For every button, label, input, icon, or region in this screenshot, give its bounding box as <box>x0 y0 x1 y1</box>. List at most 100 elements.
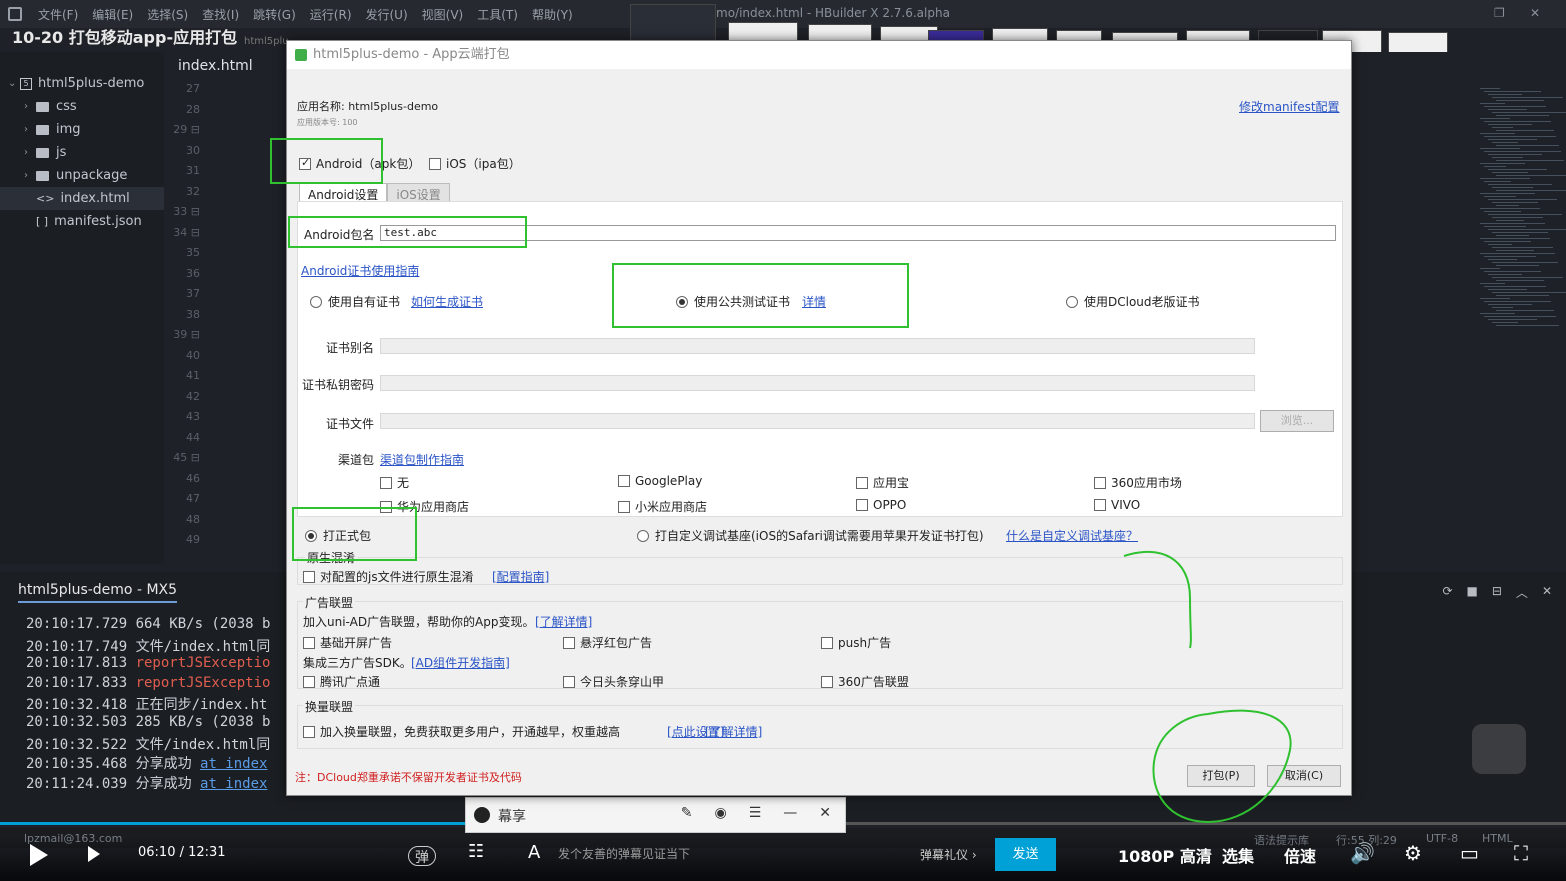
obfuscation-checkbox[interactable]: 对配置的js文件进行原生混淆 <box>303 568 474 585</box>
channel-xiaomi-checkbox[interactable]: 小米应用商店 <box>618 498 707 515</box>
danmu-etiquette-link[interactable]: 弹幕礼仪 › <box>920 846 977 863</box>
menu-find[interactable]: 查找(I) <box>202 6 239 23</box>
menu-tools[interactable]: 工具(T) <box>477 6 518 23</box>
tree-file-manifest[interactable]: [ ] manifest.json <box>0 210 164 233</box>
custom-base-help-link[interactable]: 什么是自定义调试基座？ <box>1006 527 1138 544</box>
close-icon[interactable]: ✕ <box>1542 584 1552 601</box>
browse-button[interactable]: 浏览... <box>1260 410 1334 432</box>
android-settings-panel: Android包名 test.abc Android证书使用指南 使用自有证书 … <box>297 201 1343 517</box>
ad-toutiao-checkbox[interactable]: 今日头条穿山甲 <box>563 673 664 690</box>
channel-label-text: 无 <box>397 476 410 490</box>
cert-guide-link[interactable]: Android证书使用指南 <box>301 262 419 279</box>
exchange-details-link[interactable]: [了解详情] <box>705 723 762 740</box>
editor-tab-index[interactable]: index.html <box>164 52 286 80</box>
cert-alias-input[interactable] <box>380 338 1255 354</box>
ad-sdk-guide-link[interactable]: [AD组件开发指南] <box>411 654 510 671</box>
speed-button[interactable]: 倍速 <box>1284 843 1316 867</box>
menu-icon[interactable]: ☰ <box>749 805 762 821</box>
exchange-checkbox[interactable]: 加入换量联盟，免费获取更多用户，开通越早，权重越高 <box>303 723 620 740</box>
console-link[interactable]: at index <box>200 776 267 792</box>
ad-360-checkbox[interactable]: 360广告联盟 <box>821 673 909 690</box>
minimap-line <box>1484 106 1546 107</box>
channel-360-checkbox[interactable]: 360应用市场 <box>1094 474 1182 491</box>
code-editor[interactable]: index.html 27 28 29 ⊟ 30 31 32 33 ⊟ 34 ⊟ 35 36 37 3… <box>164 52 286 564</box>
mini-player-icon[interactable] <box>1472 724 1526 774</box>
ad-push-checkbox[interactable]: push广告 <box>821 634 891 651</box>
ad-details-link[interactable]: [了解详情] <box>535 613 592 630</box>
stop-icon[interactable]: ■ <box>1467 584 1478 601</box>
tree-folder-js[interactable]: › js <box>0 141 164 164</box>
radio-dcloud-cert[interactable]: 使用DCloud老版证书 <box>1066 293 1200 310</box>
font-style-icon[interactable]: A <box>528 842 540 863</box>
episodes-button[interactable]: 选集 <box>1222 843 1254 867</box>
menu-run[interactable]: 运行(R) <box>310 6 352 23</box>
ad-tencent-checkbox[interactable]: 腾讯广点通 <box>303 673 380 690</box>
settings-gear-icon[interactable]: ⚙ <box>1404 841 1422 865</box>
console-line: 20:10:17.729 664 KB/s (2038 b <box>26 616 270 636</box>
menu-select[interactable]: 选择(S) <box>147 6 188 23</box>
danmu-toggle-icon[interactable]: 弹 <box>408 846 436 866</box>
obfuscation-guide-link[interactable]: [配置指南] <box>492 568 549 585</box>
minimize-icon[interactable]: — <box>783 805 797 821</box>
modify-manifest-link[interactable]: 修改manifest配置 <box>1239 98 1340 115</box>
project-root[interactable]: ⌄ 5 html5plus-demo <box>0 72 164 95</box>
channel-guide-link[interactable]: 渠道包制作指南 <box>380 451 464 468</box>
channel-oppo-checkbox[interactable]: OPPO <box>856 498 906 512</box>
checkbox-unchecked <box>618 501 630 513</box>
console-time: 20:10:17.749 <box>26 638 136 655</box>
ad-redpacket-checkbox[interactable]: 悬浮红包广告 <box>563 634 652 651</box>
brush-icon[interactable]: ✎ <box>681 805 693 821</box>
radio-custom-base[interactable]: 打自定义调试基座(iOS的Safari调试需要用苹果开发证书打包) <box>637 527 984 544</box>
radio-own-cert[interactable]: 使用自有证书 <box>310 293 400 310</box>
record-icon[interactable]: ◉ <box>714 805 726 821</box>
menu-publish[interactable]: 发行(U) <box>366 6 408 23</box>
line-number: 35 <box>186 246 200 259</box>
channel-none-checkbox[interactable]: 无 <box>380 474 409 491</box>
channel-yingyongbao-checkbox[interactable]: 应用宝 <box>856 474 909 491</box>
how-generate-cert-link[interactable]: 如何生成证书 <box>411 293 483 310</box>
tree-file-index[interactable]: <> index.html <box>0 187 164 210</box>
clear-icon[interactable]: ⊟ <box>1492 584 1502 601</box>
tree-item-label: js <box>56 145 67 160</box>
console-link[interactable]: at index <box>200 756 267 772</box>
ios-checkbox[interactable]: iOS（ipa包） <box>429 155 521 172</box>
menu-goto[interactable]: 跳转(G) <box>253 6 296 23</box>
chevron-up-icon[interactable]: ︿ <box>1516 584 1528 601</box>
editor-tab-hidden[interactable]: html5plu <box>244 36 289 47</box>
radio-dcloud-cert-label: 使用DCloud老版证书 <box>1084 295 1200 309</box>
tree-item-label: img <box>56 122 81 137</box>
ad-splash-checkbox[interactable]: 基础开屏广告 <box>303 634 392 651</box>
cert-key-input[interactable] <box>380 375 1255 391</box>
fullscreen-icon[interactable]: ⛶ <box>1514 841 1528 865</box>
line-number: 43 <box>186 410 200 423</box>
menu-file[interactable]: 文件(F) <box>38 6 78 23</box>
send-button[interactable]: 发送 <box>995 838 1056 871</box>
close-icon[interactable]: ✕ <box>819 805 831 821</box>
danmu-settings-icon[interactable]: ☷ <box>468 841 484 862</box>
minimap-line <box>1480 208 1540 209</box>
tab-android-settings[interactable]: Android设置 <box>299 183 388 203</box>
line-number: 33 ⊟ <box>173 205 200 218</box>
menu-view[interactable]: 视图(V) <box>422 6 464 23</box>
chevron-right-icon: › <box>24 170 28 181</box>
minimap[interactable] <box>1352 52 1566 564</box>
tree-folder-img[interactable]: › img <box>0 118 164 141</box>
menu-edit[interactable]: 编辑(E) <box>92 6 133 23</box>
line-number: 47 <box>186 492 200 505</box>
tree-folder-css[interactable]: › css <box>0 95 164 118</box>
picture-in-picture-icon[interactable]: ▭ <box>1460 841 1479 865</box>
volume-icon[interactable]: 🔊 <box>1350 841 1375 865</box>
cert-file-input[interactable] <box>380 413 1255 429</box>
tab-ios-settings[interactable]: iOS设置 <box>387 183 450 203</box>
checkbox-unchecked <box>821 676 833 688</box>
channel-vivo-checkbox[interactable]: VIVO <box>1094 498 1140 512</box>
hbuilder-icon <box>295 49 307 61</box>
menu-help[interactable]: 帮助(Y) <box>532 6 573 23</box>
tree-folder-unpackage[interactable]: › unpackage <box>0 164 164 187</box>
console-title[interactable]: html5plus-demo - MX5 <box>18 582 178 603</box>
quality-button[interactable]: 1080P 高清 <box>1118 843 1212 867</box>
channel-googleplay-checkbox[interactable]: GooglePlay <box>618 474 702 488</box>
next-icon[interactable] <box>88 846 100 862</box>
play-icon[interactable] <box>30 844 48 866</box>
refresh-icon[interactable]: ⟳ <box>1442 584 1452 601</box>
